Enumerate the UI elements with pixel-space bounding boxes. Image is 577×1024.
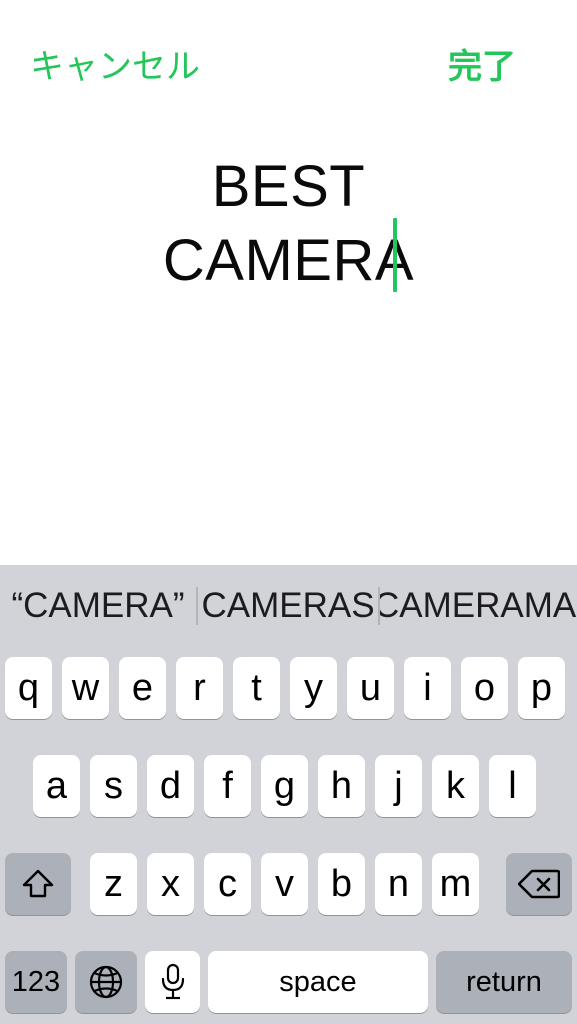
key-w[interactable]: w bbox=[62, 657, 109, 719]
backspace-delete-icon bbox=[518, 869, 560, 899]
key-q[interactable]: q bbox=[5, 657, 52, 719]
microphone-icon bbox=[161, 963, 184, 1000]
text-editor-area[interactable]: BEST CAMERA bbox=[0, 150, 577, 550]
key-h[interactable]: h bbox=[318, 755, 365, 817]
key-n[interactable]: n bbox=[375, 853, 422, 915]
key-r[interactable]: r bbox=[176, 657, 223, 719]
globe-key[interactable] bbox=[75, 951, 137, 1013]
done-button[interactable]: 完了 bbox=[448, 45, 516, 89]
text-cursor bbox=[393, 218, 397, 292]
suggestion-item-1[interactable]: CAMERAS bbox=[198, 565, 378, 647]
space-key[interactable]: space bbox=[208, 951, 428, 1013]
keyboard-row-4: 123 space return bbox=[0, 951, 577, 1013]
editor-text-content: BEST CAMERA bbox=[162, 154, 415, 293]
onscreen-keyboard: “CAMERA” CAMERAS CAMERAMAN q w e r t y u… bbox=[0, 565, 577, 1024]
backspace-key[interactable] bbox=[506, 853, 572, 915]
suggestion-item-2[interactable]: CAMERAMAN bbox=[380, 565, 577, 647]
key-k[interactable]: k bbox=[432, 755, 479, 817]
keyboard-row-2: a s d f g h j k l bbox=[0, 755, 577, 817]
key-u[interactable]: u bbox=[347, 657, 394, 719]
key-o[interactable]: o bbox=[461, 657, 508, 719]
key-b[interactable]: b bbox=[318, 853, 365, 915]
numbers-key[interactable]: 123 bbox=[5, 951, 67, 1013]
key-t[interactable]: t bbox=[233, 657, 280, 719]
predictive-suggestion-bar: “CAMERA” CAMERAS CAMERAMAN bbox=[0, 565, 577, 647]
dictation-key[interactable] bbox=[145, 951, 200, 1013]
keyboard-row-1: q w e r t y u i o p bbox=[0, 657, 577, 719]
key-l[interactable]: l bbox=[489, 755, 536, 817]
key-e[interactable]: e bbox=[119, 657, 166, 719]
key-c[interactable]: c bbox=[204, 853, 251, 915]
return-key[interactable]: return bbox=[436, 951, 572, 1013]
key-d[interactable]: d bbox=[147, 755, 194, 817]
cancel-button[interactable]: キャンセル bbox=[30, 45, 200, 89]
key-f[interactable]: f bbox=[204, 755, 251, 817]
shift-key[interactable] bbox=[5, 853, 71, 915]
key-z[interactable]: z bbox=[90, 853, 137, 915]
key-p[interactable]: p bbox=[518, 657, 565, 719]
key-m[interactable]: m bbox=[432, 853, 479, 915]
key-a[interactable]: a bbox=[33, 755, 80, 817]
key-v[interactable]: v bbox=[261, 853, 308, 915]
key-s[interactable]: s bbox=[90, 755, 137, 817]
key-j[interactable]: j bbox=[375, 755, 422, 817]
key-y[interactable]: y bbox=[290, 657, 337, 719]
navigation-bar: キャンセル 完了 bbox=[0, 0, 577, 120]
key-x[interactable]: x bbox=[147, 853, 194, 915]
key-g[interactable]: g bbox=[261, 755, 308, 817]
keyboard-row-3: z x c v b n m bbox=[0, 853, 577, 915]
globe-icon bbox=[89, 965, 123, 999]
key-i[interactable]: i bbox=[404, 657, 451, 719]
suggestion-item-0[interactable]: “CAMERA” bbox=[0, 565, 196, 647]
shift-arrow-icon bbox=[22, 869, 54, 898]
